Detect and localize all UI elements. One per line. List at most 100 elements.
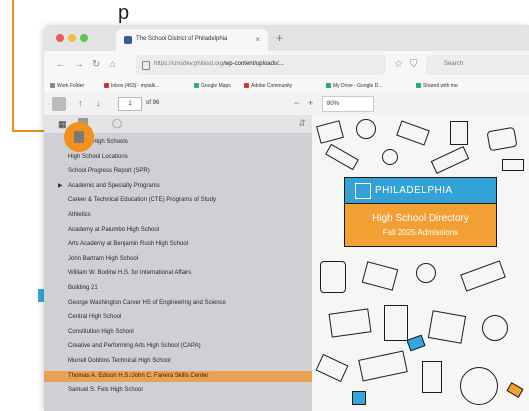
home-icon[interactable]: ⌂	[110, 59, 116, 70]
tab-active[interactable]: The School District of Philadelphia ×	[116, 29, 268, 51]
outline-item-label: Academic and Specialty Programs	[68, 182, 160, 189]
forward-icon[interactable]: →	[74, 59, 84, 70]
zoom-select[interactable]: 80%	[322, 96, 374, 112]
outline-item-label: Creative and Performing Arts High School…	[68, 343, 201, 350]
search-input[interactable]: Search	[426, 55, 529, 75]
outline-item-label: Constitution High School	[68, 328, 134, 335]
bookmark-item[interactable]: Adobe Community	[244, 83, 292, 89]
outline-item-label: William W. Bodine H.S. for International…	[68, 270, 192, 277]
minimize-window-icon[interactable]	[68, 34, 76, 42]
doodle-shape	[396, 120, 430, 146]
page-number-input[interactable]: 1	[118, 97, 142, 111]
outline-item[interactable]: Career & Technical Education (CTE) Progr…	[44, 195, 312, 206]
cover-brand: PHILADELPHIA	[375, 185, 453, 196]
district-logo-icon	[355, 183, 371, 199]
reload-icon[interactable]: ↻	[92, 59, 100, 70]
outline-item[interactable]: George Washington Carver HS of Engineeri…	[44, 298, 312, 309]
bookmark-star-icon[interactable]: ☆	[394, 59, 403, 70]
doodle-shape	[416, 263, 436, 283]
outline-item[interactable]: William W. Bodine H.S. for International…	[44, 268, 312, 279]
doodle-shape	[358, 350, 408, 382]
cover-brand-banner: PHILADELPHIA	[344, 177, 497, 205]
doodle-shape	[460, 367, 498, 405]
highlight-circle-marker	[64, 122, 94, 152]
url-host: https://cmsdev.philasd.org	[154, 61, 224, 67]
pdf-page: PHILADELPHIA High School Directory Fall …	[312, 115, 529, 411]
close-window-icon[interactable]	[56, 34, 64, 42]
outline-item-label: High School Locations	[68, 153, 128, 160]
zoom-in-button[interactable]: +	[308, 98, 313, 108]
zoom-out-button[interactable]: −	[294, 98, 299, 108]
outline-view-icon-highlighted	[74, 131, 84, 143]
new-tab-button[interactable]: +	[276, 31, 283, 45]
search-placeholder: Search	[444, 61, 464, 67]
outline-item[interactable]: Academy at Palumbo High School	[44, 225, 312, 236]
pocket-icon[interactable]: ⛉	[410, 59, 418, 70]
page-down-icon[interactable]: ↓	[96, 98, 101, 108]
maximize-window-icon[interactable]	[80, 34, 88, 42]
doodle-shape	[382, 149, 398, 165]
tab-close-icon[interactable]: ×	[255, 35, 260, 44]
cover-subtitle: Fall 2025 Admissions	[382, 228, 459, 237]
bookmark-item[interactable]: Google Maps	[194, 83, 231, 89]
doodle-shape	[502, 159, 524, 171]
doodle-shape	[384, 305, 408, 341]
doodle-shape	[430, 146, 470, 174]
page-up-icon[interactable]: ↑	[78, 98, 83, 108]
doodle-shape	[315, 353, 349, 383]
outline-item-selected[interactable]: Thomas A. Edison H.S./John C. Fareira Sk…	[44, 370, 312, 382]
doodle-shape	[427, 310, 467, 344]
outline-item[interactable]: John Bartram High School	[44, 254, 312, 265]
browser-window: The School District of Philadelphia × + …	[44, 25, 529, 411]
outline-item[interactable]: Athletics	[44, 210, 312, 221]
doodle-shape	[422, 361, 442, 393]
outline-item-label: George Washington Carver HS of Engineeri…	[68, 299, 226, 306]
outline-item[interactable]: Constitution High School	[44, 327, 312, 338]
outline-item-label: Career & Technical Education (CTE) Progr…	[68, 197, 216, 204]
outline-item-label: Building 21	[68, 285, 98, 291]
outline-item[interactable]: Central High School	[44, 312, 312, 323]
doodle-shape	[325, 143, 359, 171]
doodle-shape	[460, 260, 506, 292]
doodle-shape	[356, 119, 376, 139]
bookmark-item[interactable]: My Drive - Google D...	[326, 83, 382, 89]
page-total: of 96	[146, 100, 160, 106]
bookmark-item[interactable]: Work Folder	[50, 83, 84, 89]
outline-item-label: Arts Academy at Benjamin Rush High Schoo…	[68, 241, 189, 248]
tab-bar: The School District of Philadelphia × +	[44, 25, 529, 51]
outline-item-label: Central High School	[68, 314, 122, 321]
url-bar[interactable]: https://cmsdev.philasd.org/wp-content/up…	[136, 55, 386, 75]
expand-arrow-icon[interactable]: ▶	[58, 182, 63, 189]
outline-item-label: Murrell Dobbins Technical High School	[68, 358, 171, 364]
outline-item[interactable]: School Progress Report (SPR)	[44, 166, 312, 177]
attachments-view-icon[interactable]: ◯	[112, 118, 122, 129]
nav-bar: ← → ↻ ⌂ https://cmsdev.philasd.org/wp-co…	[44, 51, 529, 79]
doodle-shape	[482, 315, 508, 341]
outline-item[interactable]: Samuel S. Fels High School	[44, 385, 312, 396]
outline-item-label: Athletics	[68, 212, 91, 218]
doodle-accent	[406, 334, 426, 352]
pdf-sidebar: ▦ ◯ ⇵ Types of High Schools High School L…	[44, 115, 312, 411]
outline-item[interactable]: Arts Academy at Benjamin Rush High Schoo…	[44, 239, 312, 250]
url-text: https://cmsdev.philasd.org/wp-content/up…	[154, 61, 284, 67]
bookmarks-bar: Work Folder Inbox (453) - mytalk... Goog…	[44, 79, 529, 94]
outline-item[interactable]: Murrell Dobbins Technical High School	[44, 356, 312, 367]
doodle-accent	[506, 382, 524, 398]
outline-item[interactable]: Building 21	[44, 283, 312, 294]
bookmark-item[interactable]: Shared with me	[416, 83, 458, 89]
outline-item[interactable]: High School Locations	[44, 152, 312, 163]
callout-line-vertical	[12, 0, 14, 132]
doodle-shape	[328, 308, 372, 338]
outline-item-label: School Progress Report (SPR)	[68, 168, 150, 175]
back-icon[interactable]: ←	[56, 59, 66, 70]
sidebar-toggle-button[interactable]	[52, 97, 66, 111]
doodle-shape	[450, 121, 468, 145]
bookmark-item[interactable]: Inbox (453) - mytalk...	[104, 83, 159, 89]
outline-item-label: Samuel S. Fels High School	[68, 387, 143, 394]
outline-item[interactable]: Creative and Performing Arts High School…	[44, 341, 312, 352]
expand-outline-icon[interactable]: ⇵	[298, 118, 306, 129]
outline-item[interactable]: ▶ Academic and Specialty Programs	[44, 181, 312, 192]
favicon-icon	[124, 36, 132, 44]
annotation-top-label: p	[118, 2, 130, 24]
doodle-shape	[316, 120, 344, 144]
